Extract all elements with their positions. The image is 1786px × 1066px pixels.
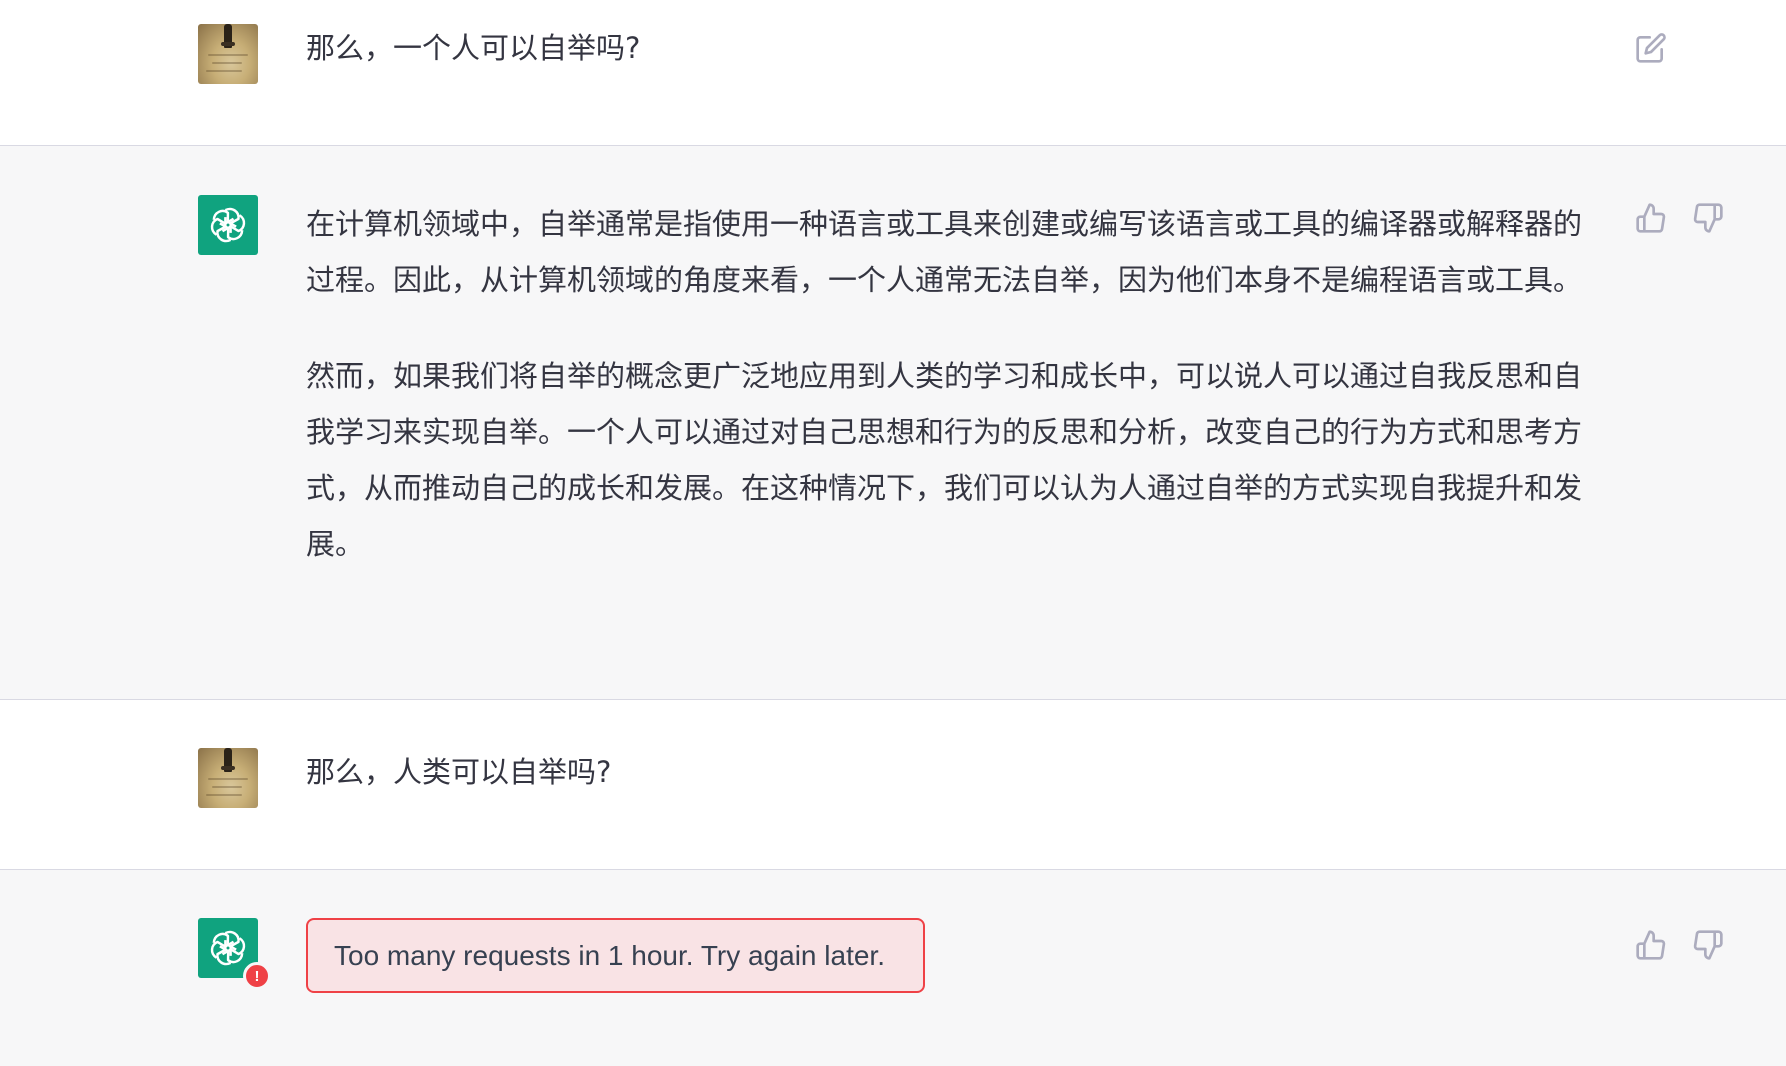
openai-logo-icon [210,930,246,966]
avatar-figure [221,24,235,48]
avatar-scribble [206,70,242,72]
user-avatar [198,24,258,84]
error-text: Too many requests in 1 hour. Try again l… [334,939,885,971]
user-message-paragraph: 那么，一个人可以自举吗? [306,31,641,65]
avatar-scribble [212,62,242,64]
thumbs-up-icon[interactable] [1631,925,1671,965]
assistant-avatar [198,195,258,255]
user-message-text: 那么，一个人可以自举吗? [306,20,1586,76]
avatar-scribble [206,794,242,796]
thumbs-down-icon[interactable] [1688,925,1728,965]
user-avatar [198,748,258,808]
assistant-message-text: 在计算机领域中，自举通常是指使用一种语言或工具来创建或编写该语言或工具的编译器或… [306,196,1586,572]
assistant-paragraph-2: 然而，如果我们将自举的概念更广泛地应用到人类的学习和成长中，可以说人可以通过自我… [306,359,1583,561]
message-row-user-1: 那么，一个人可以自举吗? [0,0,1786,145]
message-row-assistant-2: ! Too many requests in 1 hour. Try again… [0,869,1786,1066]
error-badge-icon: ! [243,962,271,990]
avatar-scribble [208,778,248,780]
thumbs-down-icon[interactable] [1688,198,1728,238]
message-row-assistant-1: 在计算机领域中，自举通常是指使用一种语言或工具来创建或编写该语言或工具的编译器或… [0,145,1786,699]
avatar-figure [221,748,235,772]
user-message-text: 那么，人类可以自举吗? [306,744,1586,800]
openai-logo-icon [210,207,246,243]
rate-limit-error-message: Too many requests in 1 hour. Try again l… [306,918,925,993]
thumbs-up-icon[interactable] [1631,198,1671,238]
avatar-scribble [208,54,248,56]
message-row-user-2: 那么，人类可以自举吗? [0,699,1786,869]
avatar-scribble [212,786,242,788]
assistant-paragraph-1: 在计算机领域中，自举通常是指使用一种语言或工具来创建或编写该语言或工具的编译器或… [306,207,1583,297]
edit-icon[interactable] [1631,28,1671,68]
user-message-paragraph: 那么，人类可以自举吗? [306,755,612,789]
